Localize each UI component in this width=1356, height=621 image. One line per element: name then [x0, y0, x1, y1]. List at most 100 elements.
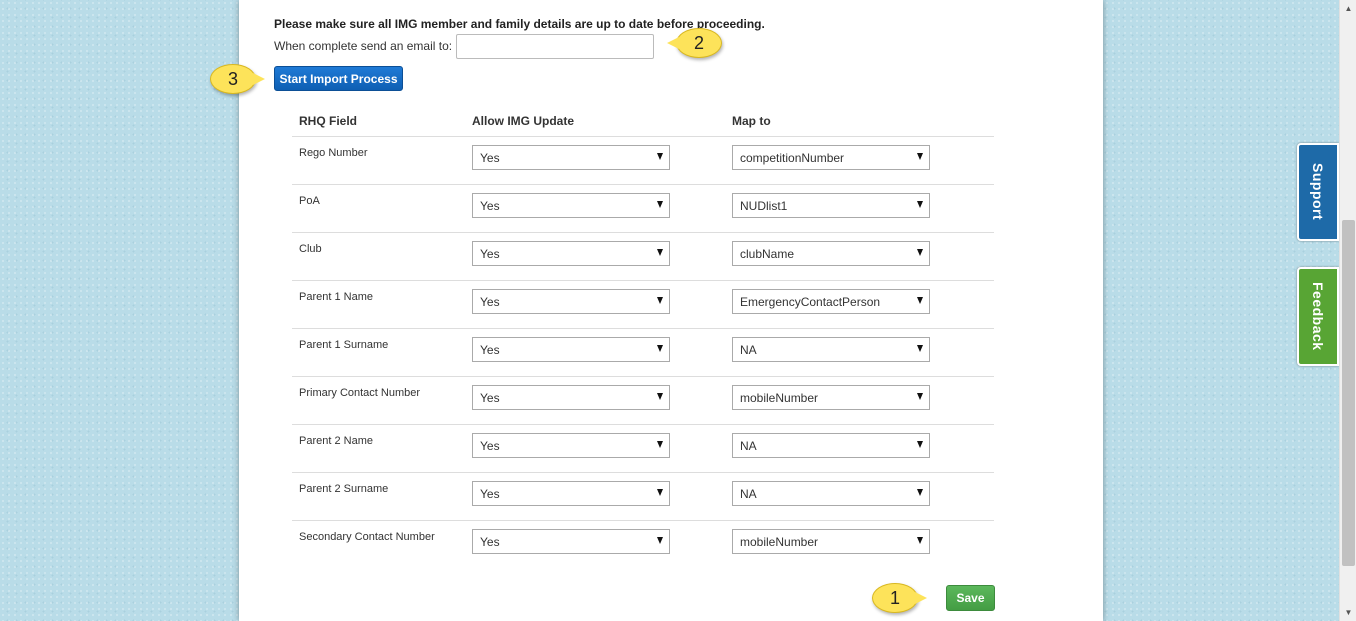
map-to-cell: competitionNumber	[732, 137, 994, 184]
main-panel: Please make sure all IMG member and fami…	[239, 0, 1103, 621]
table-row: Parent 2 Name Yes NA	[292, 425, 994, 473]
allow-update-value: Yes	[480, 150, 500, 165]
map-to-cell: NA	[732, 473, 994, 520]
allow-update-value: Yes	[480, 246, 500, 261]
header-map-to: Map to	[732, 114, 771, 128]
chevron-down-icon	[657, 441, 663, 448]
callout-three: 3	[210, 64, 265, 94]
rhq-field-label: Rego Number	[299, 147, 368, 159]
chevron-down-icon	[917, 249, 923, 256]
table-body: Rego Number Yes competitionNumber PoA Yes NUD…	[292, 137, 994, 569]
chevron-down-icon	[657, 345, 663, 352]
map-to-select[interactable]: mobileNumber	[732, 385, 930, 410]
allow-update-select[interactable]: Yes	[472, 337, 670, 362]
scroll-down-icon[interactable]: ▼	[1340, 604, 1356, 621]
chevron-down-icon	[657, 537, 663, 544]
map-to-cell: mobileNumber	[732, 377, 994, 424]
email-label: When complete send an email to:	[274, 39, 453, 53]
allow-update-select[interactable]: Yes	[472, 529, 670, 554]
allow-update-cell: Yes	[472, 377, 732, 424]
map-to-select[interactable]: NA	[732, 433, 930, 458]
map-to-cell: mobileNumber	[732, 521, 994, 569]
start-import-button[interactable]: Start Import Process	[274, 66, 403, 91]
callout-one: 1	[872, 583, 927, 613]
allow-update-select[interactable]: Yes	[472, 481, 670, 506]
chevron-down-icon	[657, 153, 663, 160]
rhq-field-label: PoA	[299, 195, 320, 207]
chevron-down-icon	[917, 393, 923, 400]
allow-update-value: Yes	[480, 390, 500, 405]
map-to-select[interactable]: EmergencyContactPerson	[732, 289, 930, 314]
allow-update-select[interactable]: Yes	[472, 193, 670, 218]
header-allow-update: Allow IMG Update	[472, 114, 574, 128]
allow-update-select[interactable]: Yes	[472, 241, 670, 266]
chevron-down-icon	[657, 201, 663, 208]
map-to-select[interactable]: mobileNumber	[732, 529, 930, 554]
allow-update-value: Yes	[480, 534, 500, 549]
allow-update-value: Yes	[480, 438, 500, 453]
allow-update-cell: Yes	[472, 329, 732, 376]
map-to-select[interactable]: competitionNumber	[732, 145, 930, 170]
scroll-up-icon[interactable]: ▲	[1340, 0, 1356, 17]
map-to-select[interactable]: NA	[732, 337, 930, 362]
chevron-down-icon	[917, 537, 923, 544]
rhq-field-label: Parent 2 Name	[299, 435, 373, 447]
chevron-down-icon	[917, 489, 923, 496]
allow-update-select[interactable]: Yes	[472, 433, 670, 458]
map-to-value: NUDlist1	[740, 198, 788, 213]
chevron-down-icon	[917, 345, 923, 352]
map-to-value: NA	[740, 342, 757, 357]
chevron-down-icon	[917, 297, 923, 304]
table-row: Primary Contact Number Yes mobileNumber	[292, 377, 994, 425]
page-scrollbar[interactable]: ▲ ▼	[1339, 0, 1356, 621]
map-to-cell: NA	[732, 329, 994, 376]
table-row: Secondary Contact Number Yes mobileNumber	[292, 521, 994, 569]
map-to-value: mobileNumber	[740, 534, 819, 549]
chevron-down-icon	[657, 393, 663, 400]
allow-update-cell: Yes	[472, 473, 732, 520]
map-to-value: clubName	[740, 246, 795, 261]
scroll-thumb[interactable]	[1342, 220, 1355, 566]
chevron-down-icon	[917, 201, 923, 208]
support-tab-label: Support	[1310, 163, 1326, 221]
map-to-cell: EmergencyContactPerson	[732, 281, 994, 328]
chevron-down-icon	[917, 153, 923, 160]
save-button[interactable]: Save	[946, 585, 995, 611]
map-to-cell: NA	[732, 425, 994, 472]
allow-update-cell: Yes	[472, 233, 732, 280]
header-rhq-field: RHQ Field	[299, 114, 358, 128]
feedback-tab-label: Feedback	[1310, 282, 1326, 351]
allow-update-value: Yes	[480, 342, 500, 357]
map-to-select[interactable]: NA	[732, 481, 930, 506]
allow-update-cell: Yes	[472, 521, 732, 569]
allow-update-cell: Yes	[472, 281, 732, 328]
rhq-field-label: Parent 1 Name	[299, 291, 373, 303]
allow-update-cell: Yes	[472, 137, 732, 184]
map-to-cell: clubName	[732, 233, 994, 280]
callout-two: 2	[667, 28, 722, 58]
map-to-value: mobileNumber	[740, 390, 819, 405]
table-row: Club Yes clubName	[292, 233, 994, 281]
rhq-field-label: Secondary Contact Number	[299, 531, 435, 543]
table-row: Parent 1 Name Yes EmergencyContactPerson	[292, 281, 994, 329]
chevron-down-icon	[917, 441, 923, 448]
rhq-field-label: Parent 2 Surname	[299, 483, 389, 495]
allow-update-select[interactable]: Yes	[472, 385, 670, 410]
email-input[interactable]	[456, 33, 655, 59]
allow-update-select[interactable]: Yes	[472, 289, 670, 314]
allow-update-select[interactable]: Yes	[472, 145, 670, 170]
support-tab[interactable]: Support	[1297, 143, 1339, 241]
feedback-tab[interactable]: Feedback	[1297, 267, 1339, 366]
table-row: Rego Number Yes competitionNumber	[292, 137, 994, 185]
map-to-select[interactable]: clubName	[732, 241, 930, 266]
chevron-down-icon	[657, 489, 663, 496]
rhq-field-label: Club	[299, 243, 322, 255]
rhq-field-label: Parent 1 Surname	[299, 339, 389, 351]
map-to-value: NA	[740, 438, 757, 453]
map-to-select[interactable]: NUDlist1	[732, 193, 930, 218]
rhq-field-label: Primary Contact Number	[299, 387, 421, 399]
allow-update-value: Yes	[480, 486, 500, 501]
allow-update-value: Yes	[480, 198, 500, 213]
table-header: RHQ Field Allow IMG Update Map to	[292, 106, 994, 137]
map-to-value: NA	[740, 486, 757, 501]
